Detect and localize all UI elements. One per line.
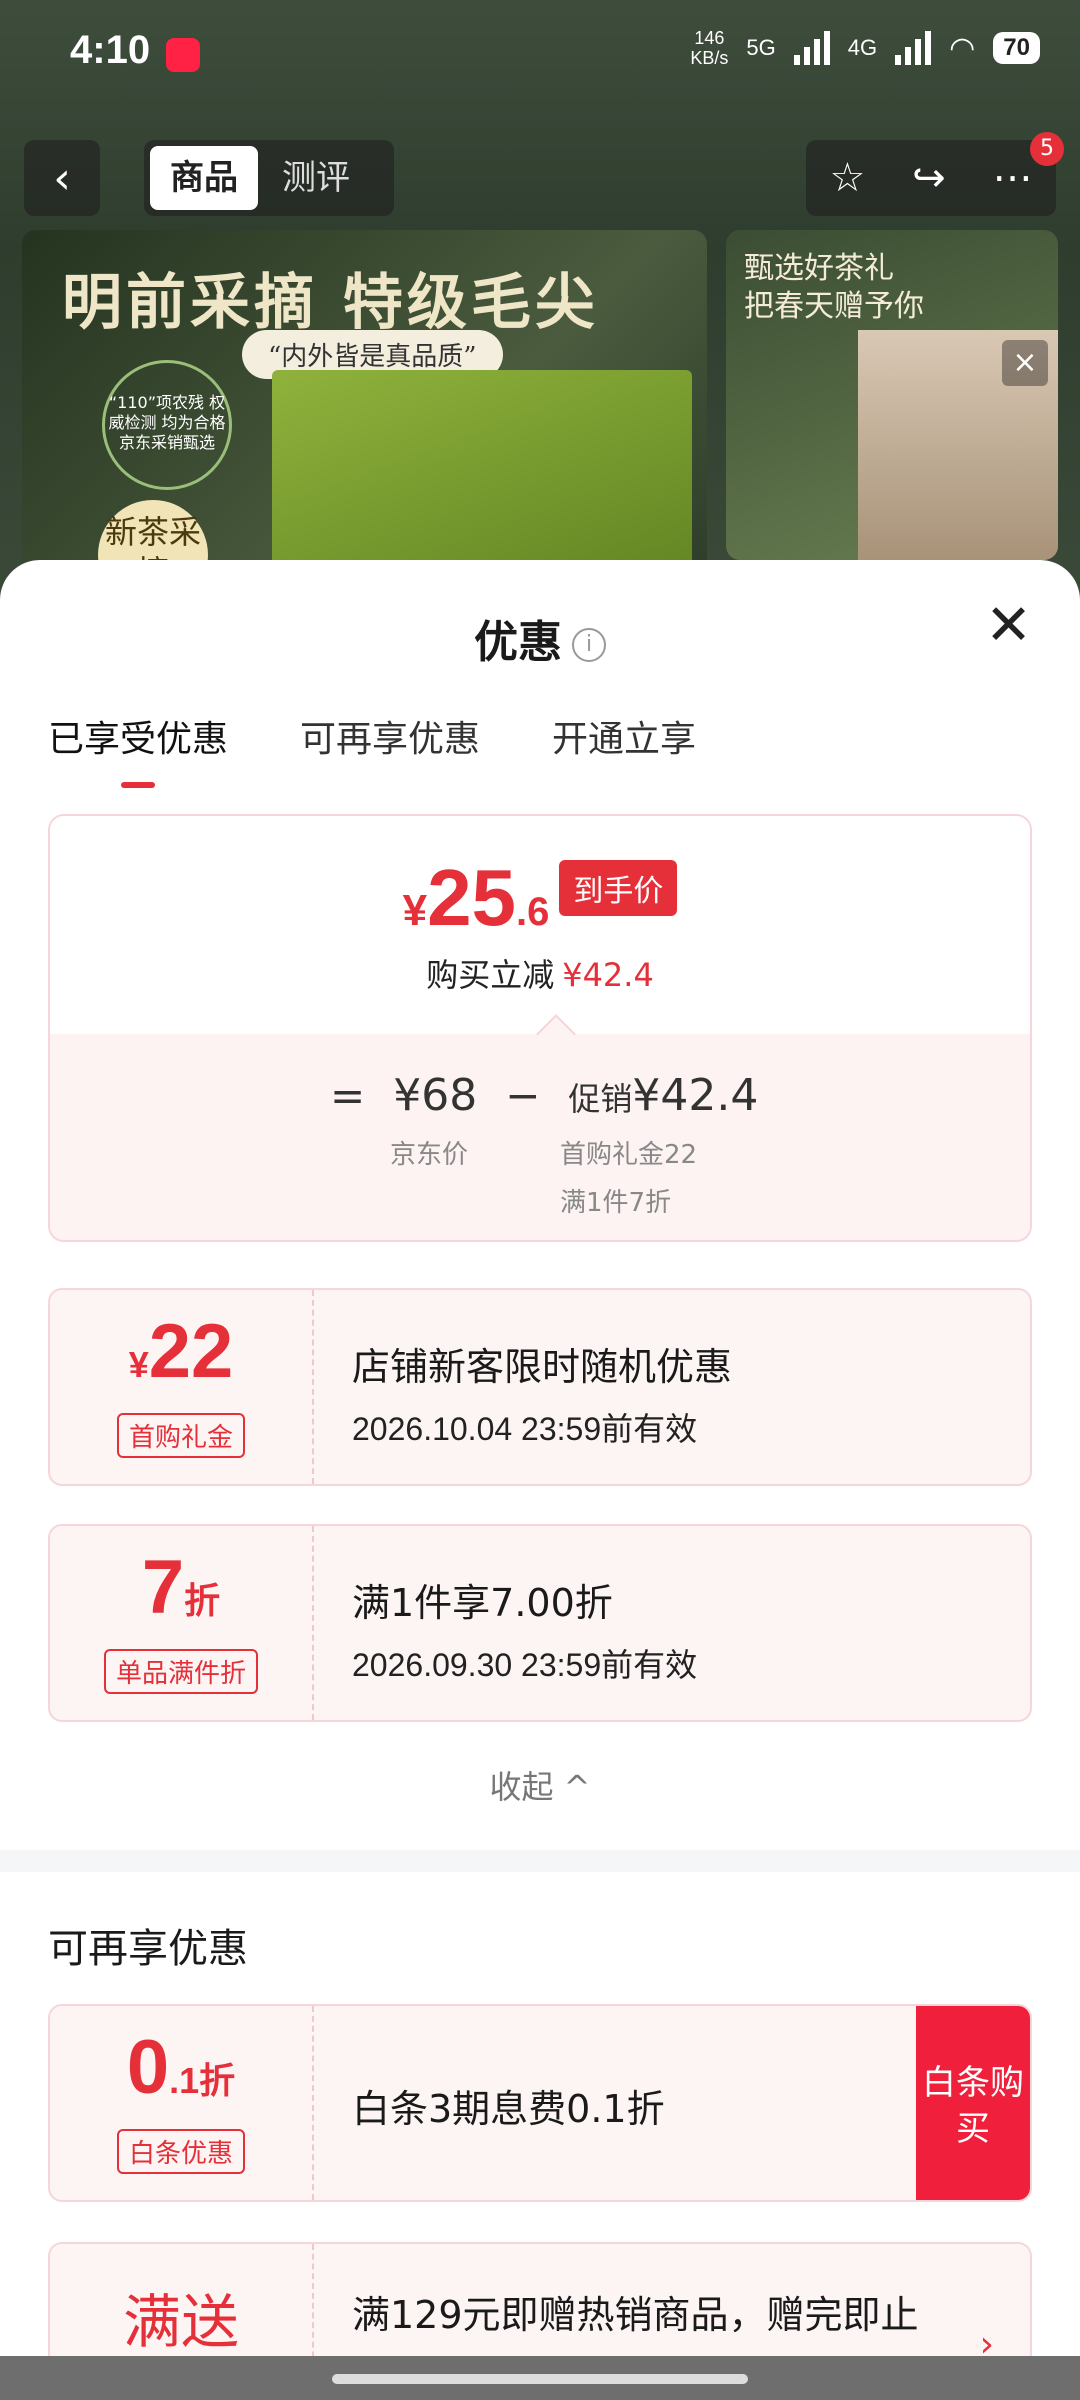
final-price-area: ¥25.6 到手价 购买立减 ¥42.4 (50, 816, 1030, 1034)
banner-headline: 明前采摘 特级毛尖 (62, 268, 599, 338)
product-segment: 商品 测评 (144, 140, 394, 216)
info-icon[interactable]: i (572, 628, 606, 662)
coupon-value-suffix: .1折 (169, 2060, 236, 2101)
app-notification-icon (166, 38, 200, 72)
price-breakdown-card: ¥25.6 到手价 购买立减 ¥42.4 = ¥68 − 促销¥42.4 京东价 首… (48, 814, 1032, 1242)
coupon-value-main: 22 (148, 1309, 234, 1394)
price-decimal: .6 (516, 890, 550, 934)
status-right: 146 KB/s 5G 4G ◠ 70 (690, 28, 1040, 68)
coupon-type-pill: 白条优惠 (116, 2129, 245, 2174)
coupon-type-pill: 首购礼金 (116, 1413, 245, 1458)
chevron-left-icon: ‹ (53, 152, 71, 204)
promo-amount: ¥42.4 (632, 1070, 759, 1121)
product-top-nav: ‹ 商品 测评 ☆ ↪ ⋯ 5 (24, 132, 1064, 216)
message-badge: 5 (1030, 132, 1064, 166)
final-price-tag: 到手价 (559, 860, 678, 916)
network-speed: 146 KB/s (690, 28, 728, 68)
coupon-value: ¥22 (50, 1312, 312, 1405)
star-icon[interactable]: ☆ (829, 155, 865, 201)
coupon-value-main: 7 (141, 1545, 185, 1630)
coupon-validity: 2026.10.04 23:59前有效 (352, 1411, 698, 1447)
close-icon[interactable]: ✕ (985, 598, 1032, 654)
baitiao-buy-button[interactable]: 白条购买 (916, 2006, 1030, 2200)
coupon-value-text: 满送 (122, 2288, 239, 2356)
sheet-title-text: 优惠 (474, 617, 562, 668)
saving-line: 购买立减 ¥42.4 (50, 950, 1030, 996)
coupon-card[interactable]: 7折 单品满件折 满1件享7.00折 2026.09.30 23:59前有效 (48, 1524, 1032, 1722)
battery-icon: 70 (993, 32, 1040, 64)
base-price-label: 京东价 (390, 1140, 469, 1170)
network-5g-label: 5G (746, 35, 776, 60)
status-time: 4:10 (70, 28, 151, 72)
side-banner-text: 甄选好茶礼 把春天赠予你 (744, 250, 924, 326)
coupon-value-area: ¥22 首购礼金 (50, 1290, 314, 1484)
price-currency: ¥ (402, 886, 428, 935)
sheet-title: 优惠 i (0, 606, 1080, 670)
coupon-title: 满129元即赠热销商品，赠完即止 (352, 2293, 919, 2337)
price-formula: = ¥68 − 促销¥42.4 (330, 1070, 758, 1121)
discount-tabs: 已享受优惠 可再享优惠 开通立享 (48, 710, 696, 788)
coupon-title: 满1件享7.00折 (352, 1581, 613, 1625)
share-icon[interactable]: ↪ (912, 155, 946, 201)
tab-review[interactable]: 测评 (262, 146, 370, 210)
wifi-icon: ◠ (949, 31, 976, 65)
top-actions: ☆ ↪ ⋯ 5 (806, 132, 1064, 216)
tab-activate[interactable]: 开通立享 (552, 710, 696, 788)
coupon-card[interactable]: 0.1折 白条优惠 白条3期息费0.1折 白条购买 (48, 2004, 1032, 2202)
price-formula-area: = ¥68 − 促销¥42.4 京东价 首购礼金22 满1件7折 (50, 1014, 1030, 1240)
saving-amount: ¥42.4 (562, 956, 654, 994)
signal-icon-2 (895, 31, 932, 65)
section-divider (0, 1850, 1080, 1872)
coupon-value: 7折 (50, 1548, 312, 1641)
network-4g-label: 4G (847, 35, 878, 60)
status-bar: 4:10 146 KB/s 5G 4G ◠ 70 (0, 0, 1080, 110)
coupon-title: 店铺新客限时随机优惠 (352, 1345, 733, 1389)
coupon-title: 白条3期息费0.1折 (352, 2087, 665, 2131)
network-speed-value: 146 (694, 28, 725, 48)
back-button[interactable]: ‹ (24, 140, 100, 216)
minus-sign: − (505, 1071, 541, 1120)
coupon-card[interactable]: ¥22 首购礼金 店铺新客限时随机优惠 2026.10.04 23:59前有效 (48, 1288, 1032, 1486)
final-price: ¥25.6 到手价 (50, 852, 1030, 944)
discount-sheet: 优惠 i ✕ 已享受优惠 可再享优惠 开通立享 ¥25.6 到手价 购买立减 ¥42.… (0, 560, 1080, 2400)
coupon-value-area: 7折 单品满件折 (50, 1526, 314, 1720)
tab-enjoyed[interactable]: 已享受优惠 (48, 710, 228, 788)
coupon-type-pill: 单品满件折 (103, 1649, 258, 1694)
coupon-value-suffix: 折 (184, 1580, 221, 1621)
equals-sign: = (330, 1071, 366, 1120)
video-close-icon[interactable]: × (1002, 340, 1048, 386)
coupon-value: 0.1折 (50, 2028, 312, 2121)
coupon-value-prefix: ¥ (128, 1344, 149, 1385)
network-speed-unit: KB/s (690, 48, 729, 68)
tab-available[interactable]: 可再享优惠 (300, 710, 480, 788)
section-title-available: 可再享优惠 (48, 1926, 248, 1972)
promo-label: 促销 (568, 1080, 633, 1118)
home-gesture-handle[interactable] (332, 2374, 748, 2384)
collapse-button[interactable]: 收起 ^ (0, 1762, 1080, 1808)
promo-detail-2: 满1件7折 (560, 1188, 672, 1218)
side-banner-line-2: 把春天赠予你 (744, 289, 924, 324)
inspection-seal: “110”项农残 权威检测 均为合格 京东采销甄选 (102, 360, 232, 490)
base-price: ¥68 (393, 1070, 478, 1121)
tab-product[interactable]: 商品 (150, 146, 258, 210)
side-banner-line-1: 甄选好茶礼 (744, 251, 894, 286)
saving-label: 购买立减 (426, 956, 555, 994)
coupon-value-area: 0.1折 白条优惠 (50, 2006, 314, 2200)
coupon-value-main: 0 (126, 2025, 170, 2110)
promo-detail-1: 首购礼金22 (560, 1140, 698, 1170)
more-icon[interactable]: ⋯ (993, 155, 1033, 201)
coupon-validity: 2026.09.30 23:59前有效 (352, 1647, 698, 1683)
price-integer: 25 (427, 853, 517, 942)
signal-icon (793, 31, 830, 65)
system-nav-bar (0, 2356, 1080, 2400)
side-banner[interactable]: 甄选好茶礼 把春天赠予你 × (726, 230, 1058, 560)
